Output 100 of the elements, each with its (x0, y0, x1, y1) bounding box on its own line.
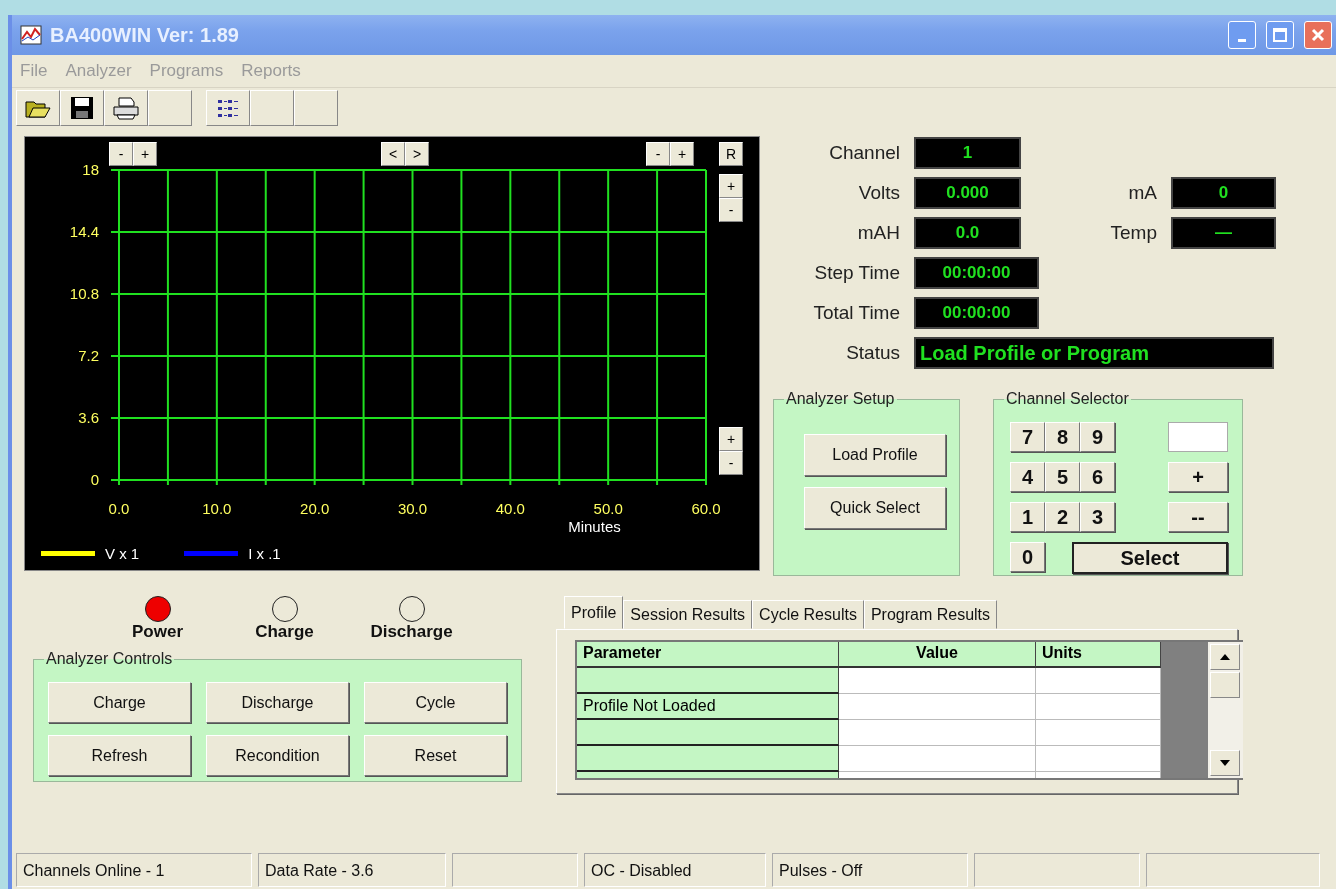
indicator-label: Charge (255, 622, 314, 642)
x-axis-label: 50.0 (593, 500, 623, 517)
toolbar-button[interactable] (104, 90, 148, 126)
channel-input-field[interactable] (1168, 422, 1228, 452)
maximize-icon (1273, 28, 1287, 42)
close-icon (1311, 28, 1325, 42)
readout-display: 00:00:00 (914, 257, 1039, 289)
group-title: Analyzer Controls (45, 650, 174, 668)
tab[interactable]: Session Results (623, 600, 753, 629)
keypad-key[interactable]: 7 (1010, 422, 1045, 452)
list-icon (216, 97, 240, 119)
up-arrow-icon (1219, 654, 1230, 660)
indicator-label: Power (132, 622, 183, 642)
column-header: Units (1036, 642, 1161, 668)
x-axis-title: Minutes (568, 518, 621, 535)
maximize-button[interactable] (1266, 21, 1294, 49)
printer-icon (112, 96, 140, 120)
setup-button[interactable]: Quick Select (804, 487, 946, 529)
readout-label: mA (1127, 182, 1158, 204)
minimize-icon (1238, 38, 1246, 42)
keypad-key[interactable]: 2 (1045, 502, 1080, 532)
zoom-button[interactable]: - (109, 142, 133, 166)
y-axis-label: 18 (82, 161, 99, 178)
control-button[interactable]: Recondition (206, 735, 349, 776)
scale-button[interactable]: - (719, 451, 743, 475)
column-header: Parameter (577, 642, 839, 668)
readout-display: — (1171, 217, 1276, 249)
status-panel: OC - Disabled (584, 853, 766, 887)
readout-label: Step Time (813, 262, 901, 284)
control-button[interactable]: Reset (364, 735, 507, 776)
increment-button[interactable]: + (1168, 462, 1228, 492)
select-button[interactable]: Select (1072, 542, 1228, 574)
status-panel: Channels Online - 1 (16, 853, 252, 887)
close-button[interactable] (1304, 21, 1332, 49)
readout-label: Volts (857, 182, 901, 204)
x-axis-label: 10.0 (202, 500, 232, 517)
keypad-key[interactable]: 3 (1080, 502, 1115, 532)
minimize-button[interactable] (1228, 21, 1256, 49)
status-panel: Data Rate - 3.6 (258, 853, 446, 887)
scroll-down-button[interactable] (1209, 750, 1240, 776)
indicator-label: Discharge (370, 622, 453, 642)
keypad-key[interactable]: 1 (1010, 502, 1045, 532)
control-button[interactable]: Discharge (206, 682, 349, 723)
control-button[interactable]: Refresh (48, 735, 191, 776)
readout-display: 00:00:00 (914, 297, 1039, 329)
legend-label: V x 1 (105, 545, 140, 562)
readout-display: 0.0 (914, 217, 1021, 249)
keypad-key[interactable]: 5 (1045, 462, 1080, 492)
zoom-button[interactable]: + (133, 142, 157, 166)
readout-display: Load Profile or Program (914, 337, 1274, 369)
readout-label: Temp (1109, 222, 1158, 244)
chart-app-icon (20, 25, 42, 45)
keypad-key[interactable]: 8 (1045, 422, 1080, 452)
zoom-button[interactable]: + (670, 142, 694, 166)
readout-label: Total Time (812, 302, 901, 324)
readout-display: 0 (1171, 177, 1276, 209)
window-title: BA400WIN Ver: 1.89 (50, 23, 240, 47)
group-title: Channel Selector (1005, 390, 1130, 408)
tab[interactable]: Cycle Results (752, 600, 864, 629)
keypad-key[interactable]: 6 (1080, 462, 1115, 492)
readout-label: Status (845, 342, 901, 364)
tab[interactable]: Program Results (863, 600, 998, 629)
y-axis-label: 10.8 (69, 285, 99, 302)
x-axis-label: 30.0 (397, 500, 428, 517)
scrollbar[interactable] (1207, 642, 1243, 778)
y-axis-label: 14.4 (69, 223, 99, 240)
y-axis-label: 7.2 (78, 347, 99, 364)
setup-button[interactable]: Load Profile (804, 434, 946, 476)
readout-display: 1 (914, 137, 1021, 169)
toolbar-button[interactable] (16, 90, 60, 126)
y-axis-label: 3.6 (78, 409, 99, 426)
control-button[interactable]: Cycle (364, 682, 507, 723)
x-axis-label: 0.0 (108, 500, 130, 517)
scale-button[interactable]: - (719, 198, 743, 222)
zoom-button[interactable]: - (646, 142, 670, 166)
decrement-button[interactable]: -- (1168, 502, 1228, 532)
table-cell: Profile Not Loaded (577, 694, 839, 720)
legend-label: I x .1 (248, 545, 281, 562)
toolbar-button[interactable] (60, 90, 104, 126)
readout-label: Channel (828, 142, 901, 164)
scroll-button[interactable]: > (405, 142, 429, 166)
keypad-key[interactable]: 9 (1080, 422, 1115, 452)
scroll-up-button[interactable] (1209, 644, 1240, 670)
readout-display: 0.000 (914, 177, 1021, 209)
column-header: Value (839, 642, 1036, 668)
control-button[interactable]: Charge (48, 682, 191, 723)
tab[interactable]: Profile (564, 596, 624, 629)
x-axis-label: 60.0 (691, 500, 721, 517)
scroll-thumb[interactable] (1209, 672, 1240, 698)
scale-button[interactable]: + (719, 174, 743, 198)
keypad-key[interactable]: 0 (1010, 542, 1045, 572)
scale-button[interactable]: + (719, 427, 743, 451)
status-panel: Pulses - Off (772, 853, 968, 887)
down-arrow-icon (1219, 760, 1230, 766)
reset-zoom-button[interactable]: R (719, 142, 743, 166)
x-axis-label: 20.0 (300, 500, 330, 517)
x-axis-label: 40.0 (495, 500, 525, 517)
scroll-button[interactable]: < (381, 142, 405, 166)
keypad-key[interactable]: 4 (1010, 462, 1045, 492)
toolbar-button[interactable] (206, 90, 250, 126)
